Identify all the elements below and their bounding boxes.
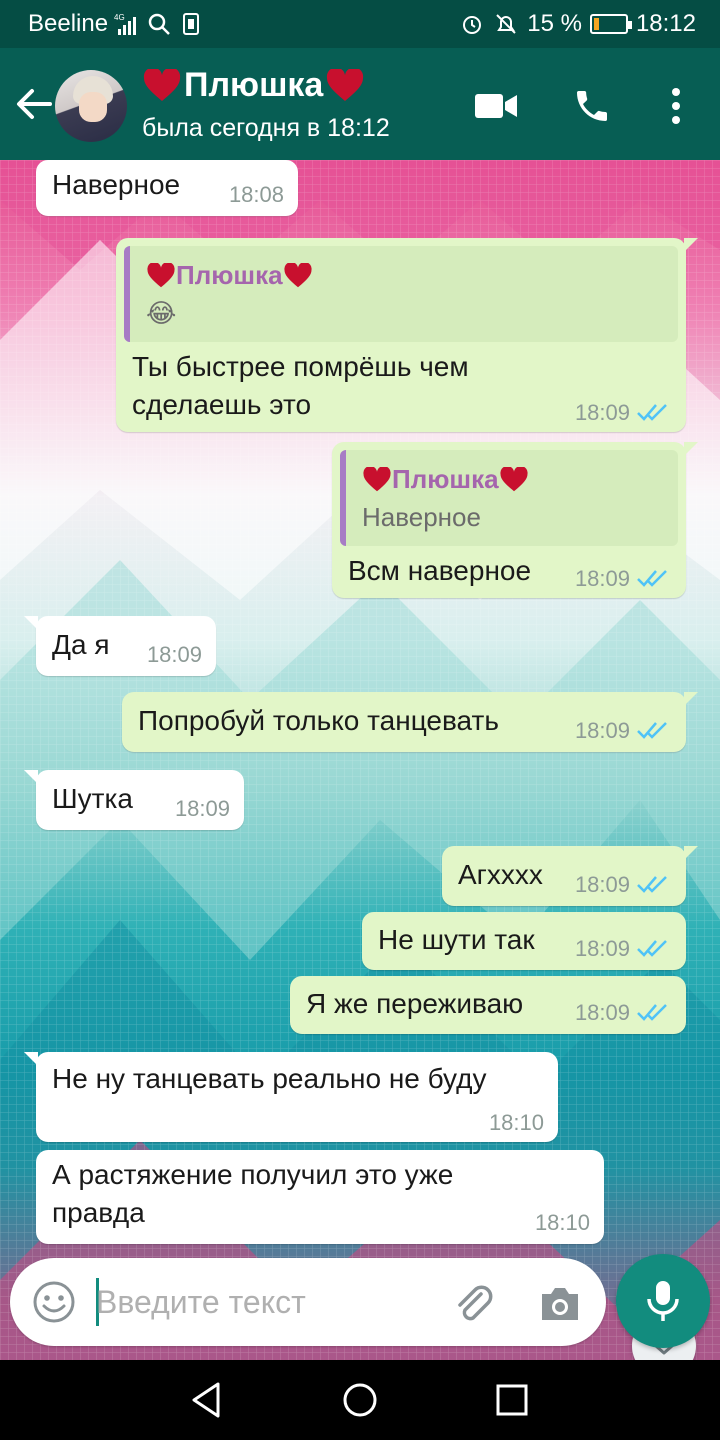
message-outgoing[interactable]: Не шути так 18:09: [362, 912, 686, 970]
contact-name[interactable]: Плюшка: [142, 66, 365, 105]
avatar[interactable]: [55, 70, 127, 142]
alarm-icon: [463, 16, 482, 34]
message-incoming[interactable]: Не ну танцевать реально не буду 18:10: [24, 1052, 558, 1142]
mic-icon: [647, 1281, 679, 1321]
last-seen-status: была сегодня в 18:12: [142, 114, 390, 142]
back-triangle-icon[interactable]: [180, 1374, 232, 1426]
read-ticks-icon: [637, 404, 667, 421]
carrier-label: Beeline: [28, 10, 109, 37]
more-options-button[interactable]: [648, 78, 704, 134]
message-outgoing[interactable]: Агхххх 18:09: [442, 846, 698, 906]
read-ticks-icon: [637, 876, 667, 893]
video-call-icon: [475, 94, 517, 118]
read-ticks-icon: [637, 570, 667, 587]
status-bar: Beeline 4G 15 % 18:12: [0, 0, 720, 48]
message-input[interactable]: [96, 1276, 416, 1328]
message-composer: [10, 1258, 606, 1346]
mute-bell-icon: [496, 14, 516, 34]
battery-percent: 15 %: [527, 10, 582, 37]
paperclip-icon[interactable]: [450, 1280, 498, 1328]
phone-icon: [577, 91, 607, 121]
red-heart-icon: [284, 262, 312, 287]
back-arrow-icon[interactable]: [10, 78, 58, 130]
emoji-icon[interactable]: [30, 1278, 78, 1326]
quoted-text: 😂: [146, 298, 177, 328]
clock: 18:12: [635, 10, 696, 37]
voice-record-button[interactable]: [616, 1254, 710, 1348]
network-type-label: 4G: [114, 13, 125, 22]
message-incoming[interactable]: Да я 18:09: [24, 616, 216, 676]
contact-name-label: Плюшка: [184, 66, 324, 104]
camera-icon[interactable]: [536, 1280, 584, 1328]
voice-call-button[interactable]: [564, 78, 620, 134]
battery-icon: [589, 14, 632, 34]
quoted-message[interactable]: Плюшка 😂: [124, 246, 678, 342]
message-outgoing[interactable]: Попробуй только танцевать 18:09: [122, 692, 698, 752]
read-ticks-icon: [637, 940, 667, 957]
chat-area[interactable]: Наверное 18:08 Плюшка 😂 Ты быстрее помрё…: [0, 160, 720, 1360]
red-heart-icon: [147, 262, 175, 287]
message-outgoing[interactable]: Плюшка 😂 Ты быстрее помрёшь чем сделаешь…: [116, 238, 698, 432]
red-heart-icon: [143, 68, 181, 101]
search-icon: [148, 13, 170, 35]
battery-level-fill: [593, 18, 599, 30]
sim-icon: [183, 13, 200, 35]
red-heart-icon: [500, 466, 528, 491]
message-outgoing[interactable]: Я же переживаю 18:09: [290, 976, 686, 1034]
home-circle-icon[interactable]: [334, 1374, 386, 1426]
message-outgoing[interactable]: Плюшка Наверное Всм наверное 18:09: [332, 442, 698, 598]
read-ticks-icon: [637, 1004, 667, 1021]
system-nav-bar: [0, 1360, 720, 1440]
chat-header: Плюшка была сегодня в 18:12: [0, 48, 720, 160]
signal-icon: 4G: [114, 13, 137, 35]
message-incoming[interactable]: А растяжение получил это уже правда 18:1…: [36, 1150, 604, 1244]
red-heart-icon: [363, 466, 391, 491]
recents-square-icon[interactable]: [486, 1374, 538, 1426]
video-call-button[interactable]: [468, 78, 524, 134]
message-incoming[interactable]: Наверное 18:08: [36, 160, 298, 216]
message-incoming[interactable]: Шутка 18:09: [24, 770, 244, 830]
red-heart-icon: [327, 68, 364, 101]
more-vert-icon: [672, 88, 680, 124]
read-ticks-icon: [637, 722, 667, 739]
quoted-message[interactable]: Плюшка Наверное: [340, 450, 678, 546]
quoted-text: Наверное: [362, 502, 481, 532]
